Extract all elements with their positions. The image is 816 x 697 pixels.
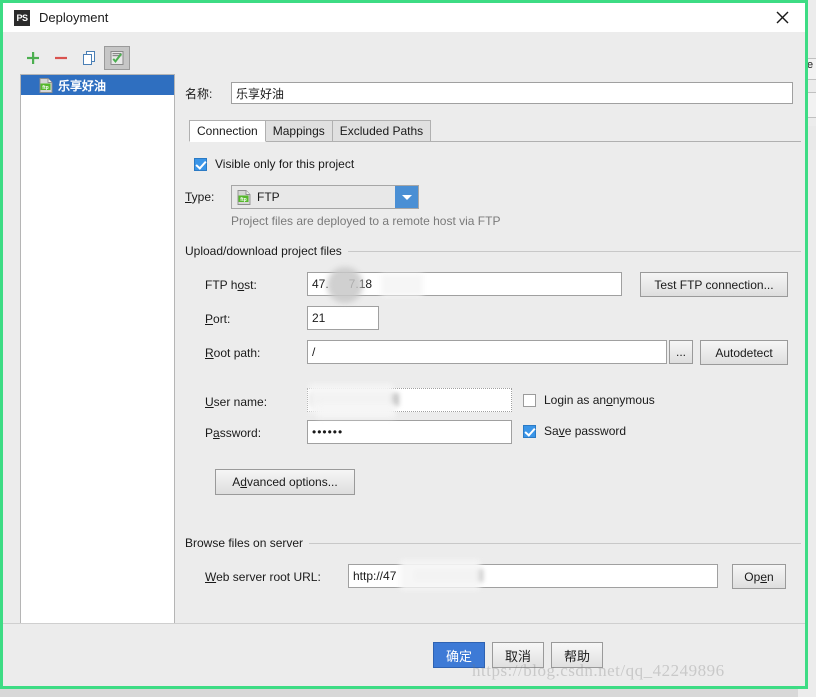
web-server-url-label: Web server root URL:: [205, 570, 321, 584]
visible-only-checkbox[interactable]: [194, 157, 207, 171]
help-button[interactable]: 帮助: [551, 642, 604, 668]
root-path-browse-button[interactable]: ...: [669, 340, 693, 364]
svg-text:ftp: ftp: [240, 196, 246, 202]
browse-group-title: Browse files on server: [185, 536, 310, 550]
root-path-input[interactable]: [307, 340, 667, 364]
add-server-button[interactable]: [20, 46, 46, 70]
cancel-button[interactable]: 取消: [492, 642, 545, 668]
type-select-value: FTP: [257, 190, 280, 204]
list-item[interactable]: ftp 乐享好油: [21, 75, 174, 95]
port-input[interactable]: [307, 306, 379, 330]
type-row: Type: ftp FTP: [185, 185, 419, 209]
type-select[interactable]: ftp FTP: [231, 185, 419, 209]
remove-server-button[interactable]: [48, 46, 74, 70]
copy-server-button[interactable]: [76, 46, 102, 70]
browse-group-divider: [307, 543, 801, 544]
visible-only-label: Visible only for this project: [215, 157, 355, 171]
name-input[interactable]: [231, 82, 793, 104]
close-icon[interactable]: [759, 3, 805, 32]
user-name-label: User name:: [205, 395, 268, 409]
ftp-icon: ftp: [237, 189, 251, 205]
password-input[interactable]: [307, 420, 512, 444]
password-label: Password:: [205, 426, 262, 440]
tab-connection[interactable]: Connection: [189, 120, 266, 142]
login-anonymous-checkbox[interactable]: [523, 393, 536, 407]
open-button[interactable]: Open: [732, 564, 786, 589]
tab-excluded-paths[interactable]: Excluded Paths: [331, 120, 432, 142]
svg-text:ftp: ftp: [42, 84, 48, 90]
tab-underline: [189, 141, 801, 142]
port-label: Port:: [205, 312, 231, 326]
ok-button[interactable]: 确定: [433, 642, 486, 668]
autodetect-button[interactable]: Autodetect: [700, 340, 788, 365]
name-row: 名称:: [185, 82, 793, 104]
tab-mappings[interactable]: Mappings: [264, 120, 333, 142]
visible-only-row[interactable]: Visible only for this project: [194, 157, 354, 171]
server-list-toolbar: [20, 44, 180, 72]
dialog-titlebar: PS Deployment: [3, 3, 805, 32]
user-name-input[interactable]: [307, 388, 512, 412]
ftp-host-input[interactable]: [307, 272, 622, 296]
type-label: Type:: [185, 190, 215, 204]
login-anonymous-label: Login as anonymous: [544, 393, 655, 407]
ftp-host-label: FTP host:: [205, 278, 257, 292]
login-anonymous-row[interactable]: Login as anonymous: [523, 393, 655, 407]
advanced-options-button[interactable]: Advanced options...: [215, 469, 355, 495]
server-list[interactable]: ftp 乐享好油: [20, 74, 175, 623]
list-item-label: 乐享好油: [58, 78, 107, 93]
test-ftp-connection-button[interactable]: Test FTP connection...: [640, 272, 788, 297]
upload-group-divider: [333, 251, 801, 252]
dialog-title: Deployment: [39, 10, 109, 25]
connection-form: 名称: Connection Mappings Excluded Paths V…: [185, 32, 805, 623]
web-server-url-input[interactable]: [348, 564, 718, 588]
use-as-default-button[interactable]: [104, 46, 130, 70]
save-password-checkbox[interactable]: [523, 424, 536, 438]
upload-group-title: Upload/download project files: [185, 244, 348, 258]
type-select-value-wrap: ftp FTP: [232, 189, 280, 205]
save-password-row[interactable]: Save password: [523, 424, 626, 438]
dialog-body: ftp 乐享好油 名称: Connection Mappings Exclude…: [3, 32, 805, 623]
root-path-label: Root path:: [205, 346, 261, 360]
dialog-button-bar: 确定 取消 帮助: [3, 623, 805, 686]
save-password-label: Save password: [544, 424, 627, 438]
type-hint: Project files are deployed to a remote h…: [231, 214, 501, 228]
phpstorm-icon: PS: [14, 9, 30, 26]
deployment-dialog: PS Deployment ftp 乐享好油 名称: 乐享好油 Connecti…: [0, 0, 808, 689]
tab-bar: Connection Mappings Excluded Paths: [189, 120, 432, 142]
ftp-icon: ftp: [39, 77, 53, 93]
name-label: 名称:: [185, 86, 213, 101]
chevron-down-icon[interactable]: [395, 186, 418, 208]
